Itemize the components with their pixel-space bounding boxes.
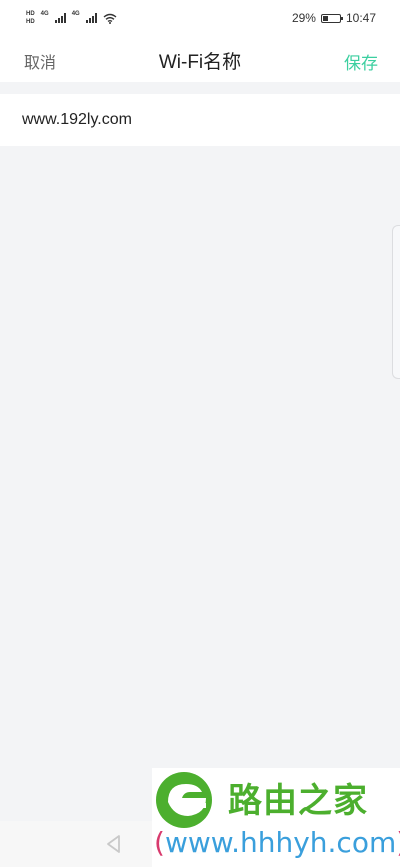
wifi-icon — [103, 13, 117, 24]
router-home-logo-icon — [156, 772, 212, 828]
watermark-open-paren: ( — [154, 826, 165, 859]
network-type-1: 4G — [40, 10, 49, 17]
clock: 10:47 — [345, 11, 376, 25]
status-left: HD HD 4G 4G — [26, 11, 117, 26]
wifi-name-input[interactable] — [22, 94, 372, 146]
watermark-url: www.hhhyh.com — [164, 826, 397, 859]
wifi-name-row — [0, 94, 400, 146]
hd-label-2: HD — [26, 18, 35, 25]
battery-icon — [320, 13, 343, 23]
hd-indicator: HD HD — [26, 11, 35, 26]
network-type-2: 4G — [71, 10, 80, 17]
watermark: 路由之家 (www.hhhyh.com) — [152, 768, 400, 867]
header: 取消 Wi-Fi名称 保存 — [0, 36, 400, 82]
watermark-url-line: (www.hhhyh.com) — [154, 826, 400, 859]
watermark-brand: 路由之家 — [228, 781, 368, 821]
side-pull-handle[interactable] — [392, 225, 400, 379]
hd-label-1: HD — [26, 10, 35, 17]
battery-percent: 29% — [291, 11, 316, 25]
signal-icon-1 — [54, 13, 66, 23]
status-bar: HD HD 4G 4G 29% 10:47 — [0, 0, 400, 36]
back-icon[interactable] — [104, 833, 124, 855]
signal-icon-2 — [85, 13, 97, 23]
battery-fill — [322, 15, 328, 21]
save-button[interactable]: 保存 — [344, 49, 378, 74]
page-title: Wi-Fi名称 — [158, 52, 242, 73]
watermark-close-paren: ) — [396, 826, 400, 859]
status-right: 29% 10:47 — [292, 11, 376, 25]
